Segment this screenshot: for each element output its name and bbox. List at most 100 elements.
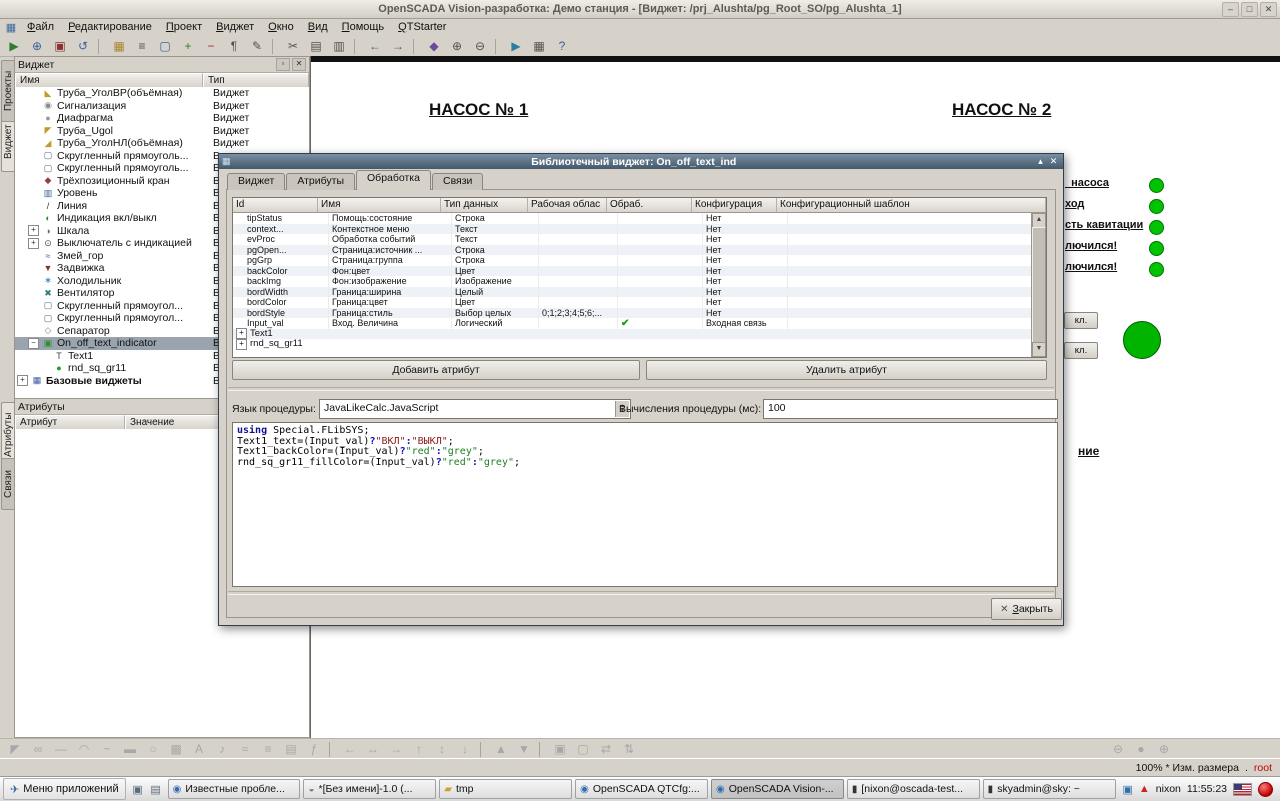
taskbar-button[interactable]: ▮skyadmin@sky: ~ — [983, 779, 1116, 799]
attr-row-bordWidth[interactable]: bordWidthГраница:ширинаЦелыйНет — [233, 287, 1032, 298]
taskbar-button[interactable]: ◒*[Без имени]-1.0 (... — [303, 779, 436, 799]
show-desktop-icon[interactable]: ▤ — [147, 780, 165, 798]
float-icon[interactable]: ▫ — [276, 58, 290, 71]
menu-item[interactable]: QTStarter — [391, 20, 453, 34]
table-scrollbar[interactable]: ▲ ▼ — [1031, 213, 1046, 357]
scroll-down-icon[interactable]: ▼ — [1032, 342, 1046, 357]
expander-icon[interactable]: − — [28, 338, 39, 349]
redo-icon[interactable]: → — [387, 37, 409, 56]
close-icon[interactable]: ✕ — [1260, 2, 1277, 17]
applications-menu-button[interactable]: ✈ Меню приложений — [3, 778, 126, 800]
attr-row-pgGrp[interactable]: pgGrpСтраница:группаСтрокаНет — [233, 255, 1032, 266]
dialog-titlebar[interactable]: ▦ Библиотечный виджет: On_off_text_ind ▴… — [219, 154, 1063, 169]
attr-row-tipStatus[interactable]: tipStatusПомощь:состояниеСтрокаНет — [233, 213, 1032, 224]
edit-widget-icon[interactable]: ✎ — [246, 37, 268, 56]
run-project-icon[interactable]: ▶ — [3, 37, 25, 56]
attr-row-bordStyle[interactable]: bordStyleГраница:стильВыбор целых0;1;2;3… — [233, 308, 1032, 319]
load-from-db-icon[interactable]: ⊕ — [26, 37, 48, 56]
table-column-header[interactable]: Конфигурация — [692, 198, 777, 213]
attr-row-evProc[interactable]: evProcОбработка событийТекстНет — [233, 234, 1032, 245]
maximize-icon[interactable]: □ — [1241, 2, 1258, 17]
menu-item[interactable]: Окно — [261, 20, 301, 34]
save-to-db-icon[interactable]: ▣ — [49, 37, 71, 56]
table-column-header[interactable]: Обраб. — [607, 198, 692, 213]
expander-icon[interactable]: + — [28, 225, 39, 236]
expander-icon[interactable]: + — [28, 238, 39, 249]
table-column-header[interactable]: Имя — [318, 198, 441, 213]
tree-item-Труба_УголНЛ(объёмная)[interactable]: ◢Труба_УголНЛ(объёмная)Виджет — [15, 137, 309, 150]
dialog-tab-Виджет[interactable]: Виджет — [227, 173, 285, 190]
menu-item[interactable]: Вид — [301, 20, 335, 34]
table-column-header[interactable]: Рабочая облас — [528, 198, 607, 213]
close-icon[interactable]: ✕ — [292, 58, 306, 71]
shade-icon[interactable]: ▴ — [1034, 156, 1047, 167]
new-widget-icon[interactable]: ▢ — [154, 37, 176, 56]
column-header-name[interactable]: Имя — [15, 73, 203, 88]
pump-control-button[interactable]: кл. — [1064, 312, 1098, 329]
cut-icon[interactable]: ✂ — [282, 37, 304, 56]
attr-row-bordColor[interactable]: bordColorГраница:цветЦветНет — [233, 297, 1032, 308]
dialog-tab-Атрибуты[interactable]: Атрибуты — [286, 173, 355, 190]
close-icon[interactable]: ✕ — [1047, 156, 1060, 167]
run-widget-icon[interactable]: ▶ — [505, 37, 527, 56]
menu-item[interactable]: Редактирование — [61, 20, 159, 34]
scroll-thumb[interactable] — [1032, 227, 1046, 343]
menu-item[interactable]: Файл — [20, 20, 61, 34]
table-column-header[interactable]: Тип данных — [441, 198, 528, 213]
zoom-in-icon[interactable]: ⊕ — [446, 37, 468, 56]
tree-item-Труба_Ugol[interactable]: ◤Труба_UgolВиджет — [15, 125, 309, 138]
visual-items-icon[interactable]: ◆ — [423, 37, 445, 56]
copy-icon[interactable]: ▤ — [305, 37, 327, 56]
close-dialog-button[interactable]: ✕ Закрыть — [991, 598, 1062, 620]
column-header-attribute[interactable]: Атрибут — [15, 415, 125, 430]
attr-row-Input_val[interactable]: Input_valВход. ВеличинаЛогический✔Входна… — [233, 318, 1032, 329]
power-button[interactable] — [1258, 782, 1273, 797]
help-icon[interactable]: ? — [551, 37, 573, 56]
delete-widget-icon[interactable]: − — [200, 37, 222, 56]
group-row-rnd_sq_gr11[interactable]: +rnd_sq_gr11 — [233, 339, 1032, 350]
menu-item[interactable]: Виджет — [209, 20, 261, 34]
scroll-up-icon[interactable]: ▲ — [1032, 213, 1046, 228]
code-editor[interactable]: using Special.FLibSYS;Text1_text=(Input_… — [232, 422, 1058, 587]
attr-row-backImg[interactable]: backImgФон:изображениеИзображениеНет — [233, 276, 1032, 287]
attr-row-context...[interactable]: context...Контекстное менюТекстНет — [233, 224, 1032, 235]
warning-icon[interactable]: ▲ — [1139, 783, 1150, 795]
paste-icon[interactable]: ▥ — [328, 37, 350, 56]
calc-period-input[interactable]: 100 — [763, 399, 1058, 419]
app-window-icon[interactable]: ▦ — [2, 21, 20, 34]
add-widget-icon[interactable]: + — [177, 37, 199, 56]
procedure-language-select[interactable]: JavaLikeCalc.JavaScript ▲▼ — [319, 399, 631, 419]
display-icon[interactable]: ▣ — [1123, 783, 1133, 796]
lock-screen-icon[interactable]: ▣ — [129, 780, 147, 798]
taskbar-button[interactable]: ▮[nixon@oscada-test... — [847, 779, 980, 799]
widget-properties-icon[interactable]: ¶ — [223, 37, 245, 56]
menu-item[interactable]: Помощь — [335, 20, 392, 34]
menu-item[interactable]: Проект — [159, 20, 209, 34]
tree-item-Диафрагма[interactable]: ●ДиафрагмаВиджет — [15, 112, 309, 125]
library-properties-icon[interactable]: ≡ — [131, 37, 153, 56]
taskbar-button[interactable]: ◉Известные пробле... — [168, 779, 301, 799]
table-column-header[interactable]: Id — [233, 198, 318, 213]
group-row-Text1[interactable]: +Text1 — [233, 329, 1032, 340]
dialog-tab-Обработка[interactable]: Обработка — [356, 170, 431, 190]
attr-row-pgOpen...[interactable]: pgOpen...Страница:источник ...СтрокаНет — [233, 245, 1032, 256]
clock[interactable]: 11:55:23 — [1187, 783, 1227, 795]
dialog-tab-Связи[interactable]: Связи — [432, 173, 483, 190]
grid-icon[interactable]: ▦ — [528, 37, 550, 56]
expander-icon[interactable]: + — [236, 339, 247, 350]
taskbar-button[interactable]: ▰tmp — [439, 779, 572, 799]
add-attribute-button[interactable]: Добавить атрибут — [232, 360, 640, 380]
table-column-header[interactable]: Конфигурационный шаблон — [777, 198, 1046, 213]
zoom-out-icon[interactable]: ⊖ — [469, 37, 491, 56]
expander-icon[interactable]: + — [236, 328, 247, 339]
minimize-icon[interactable]: – — [1222, 2, 1239, 17]
column-header-type[interactable]: Тип — [203, 73, 309, 88]
pump-control-button[interactable]: кл. — [1064, 342, 1098, 359]
tree-item-Труба_УголВР(объёмная)[interactable]: ◣Труба_УголВР(объёмная)Виджет — [15, 87, 309, 100]
attr-row-backColor[interactable]: backColorФон:цветЦветНет — [233, 266, 1032, 277]
undo-icon[interactable]: ← — [364, 37, 386, 56]
reload-icon[interactable]: ↺ — [72, 37, 94, 56]
keyboard-layout-flag-icon[interactable] — [1233, 783, 1252, 796]
tree-item-Сигнализация[interactable]: ◉СигнализацияВиджет — [15, 100, 309, 113]
delete-attribute-button[interactable]: Удалить атрибут — [646, 360, 1047, 380]
